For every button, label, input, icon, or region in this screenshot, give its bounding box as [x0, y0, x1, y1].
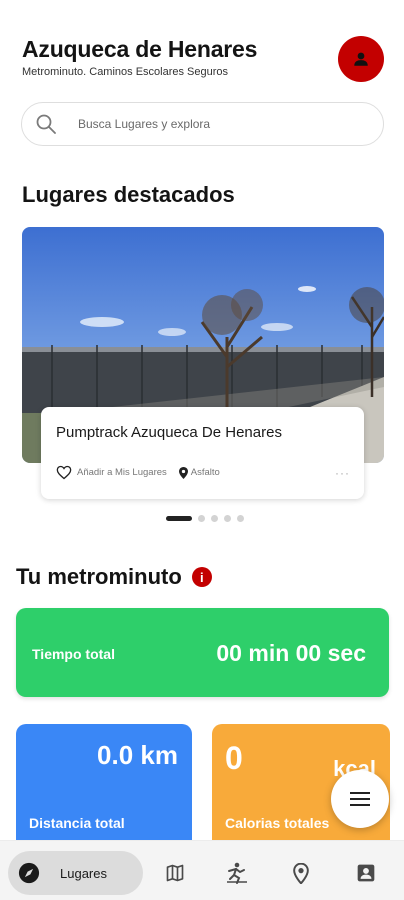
app-subtitle: Metrominuto. Caminos Escolares Seguros [22, 66, 229, 78]
more-options-button[interactable]: ··· [335, 466, 350, 480]
header: Azuqueca de Henares Metrominuto. Caminos… [22, 36, 384, 86]
featured-section-title: Lugares destacados [22, 182, 235, 207]
info-icon[interactable]: i [191, 567, 212, 587]
profile-icon [357, 864, 375, 882]
nav-tab-profile[interactable] [348, 851, 384, 895]
total-calories-label: Calorias totales [225, 815, 330, 831]
menu-fab-button[interactable] [331, 770, 389, 828]
search-bar[interactable] [21, 102, 384, 146]
carousel-indicator [166, 515, 250, 522]
nav-tab-lugares-label: Lugares [60, 865, 107, 881]
place-surface: Asfalto [178, 466, 220, 479]
total-calories-value: 0 [225, 740, 243, 776]
total-time-value: 00 min 00 sec [216, 640, 366, 666]
location-pin-icon [178, 466, 188, 479]
carousel-dot[interactable] [198, 515, 205, 522]
place-name: Pumptrack Azuqueca De Henares [56, 424, 282, 441]
carousel-dot[interactable] [237, 515, 244, 522]
location-pin-icon [293, 862, 309, 884]
search-input[interactable] [78, 117, 338, 131]
menu-icon [350, 792, 370, 806]
nav-tab-activity[interactable] [219, 851, 255, 895]
metrominuto-section: Tu metrominuto i [16, 564, 212, 590]
metrominuto-section-title: Tu metrominuto [16, 564, 182, 589]
total-time-card: Tiempo total 00 min 00 sec [16, 608, 389, 697]
total-distance-card: 0.0 km Distancia total [16, 724, 192, 854]
activity-icon [227, 862, 247, 884]
person-icon [354, 52, 368, 66]
add-to-my-places-label: Añadir a Mis Lugares [77, 467, 167, 478]
nav-tab-lugares[interactable]: Lugares [8, 851, 143, 895]
profile-avatar-button[interactable] [338, 36, 384, 82]
carousel-dot[interactable] [211, 515, 218, 522]
featured-place-card[interactable]: Pumptrack Azuqueca De Henares Añadir a M… [41, 407, 364, 499]
map-icon [166, 864, 184, 882]
app-title: Azuqueca de Henares [22, 36, 258, 62]
bottom-navigation: Lugares [0, 840, 404, 900]
nav-tab-map[interactable] [157, 851, 193, 895]
nav-tab-location[interactable] [283, 851, 319, 895]
total-distance-value: 0.0 km [97, 740, 178, 770]
total-distance-label: Distancia total [29, 815, 125, 831]
add-to-my-places-button[interactable]: Añadir a Mis Lugares [56, 465, 167, 480]
total-time-label: Tiempo total [32, 646, 115, 662]
search-icon [36, 114, 56, 134]
place-actions: Añadir a Mis Lugares Asfalto ··· [56, 465, 350, 480]
place-surface-label: Asfalto [190, 467, 220, 478]
compass-icon [18, 862, 40, 884]
carousel-dot[interactable] [224, 515, 231, 522]
carousel-dot[interactable] [166, 516, 192, 521]
heart-icon [56, 465, 72, 480]
